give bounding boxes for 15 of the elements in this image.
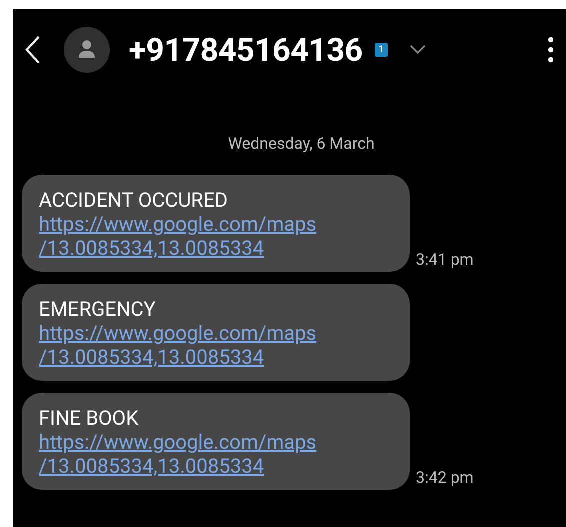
more-options-icon[interactable] — [548, 37, 554, 63]
map-link[interactable]: https://www.google.com/maps /13.0085334,13.0085334 — [39, 430, 317, 478]
sim-badge: 1 — [374, 43, 388, 57]
message-text: ACCIDENT OCCURED — [39, 188, 229, 212]
avatar-icon — [64, 27, 110, 73]
chevron-down-icon[interactable] — [410, 45, 426, 55]
message-text: EMERGENCY — [39, 297, 157, 321]
date-divider: Wednesday, 6 March — [227, 134, 376, 153]
message-time: 3:42 pm — [416, 468, 474, 487]
map-link[interactable]: https://www.google.com/maps /13.0085334,13.0085334 — [39, 212, 317, 260]
map-link[interactable]: https://www.google.com/maps /13.0085334,13.0085334 — [39, 321, 317, 369]
back-icon[interactable] — [25, 35, 41, 65]
message-time: 3:41 pm — [416, 250, 474, 269]
message-text: FINE BOOK — [39, 406, 140, 430]
contact-number: +917845164136 — [129, 31, 363, 69]
